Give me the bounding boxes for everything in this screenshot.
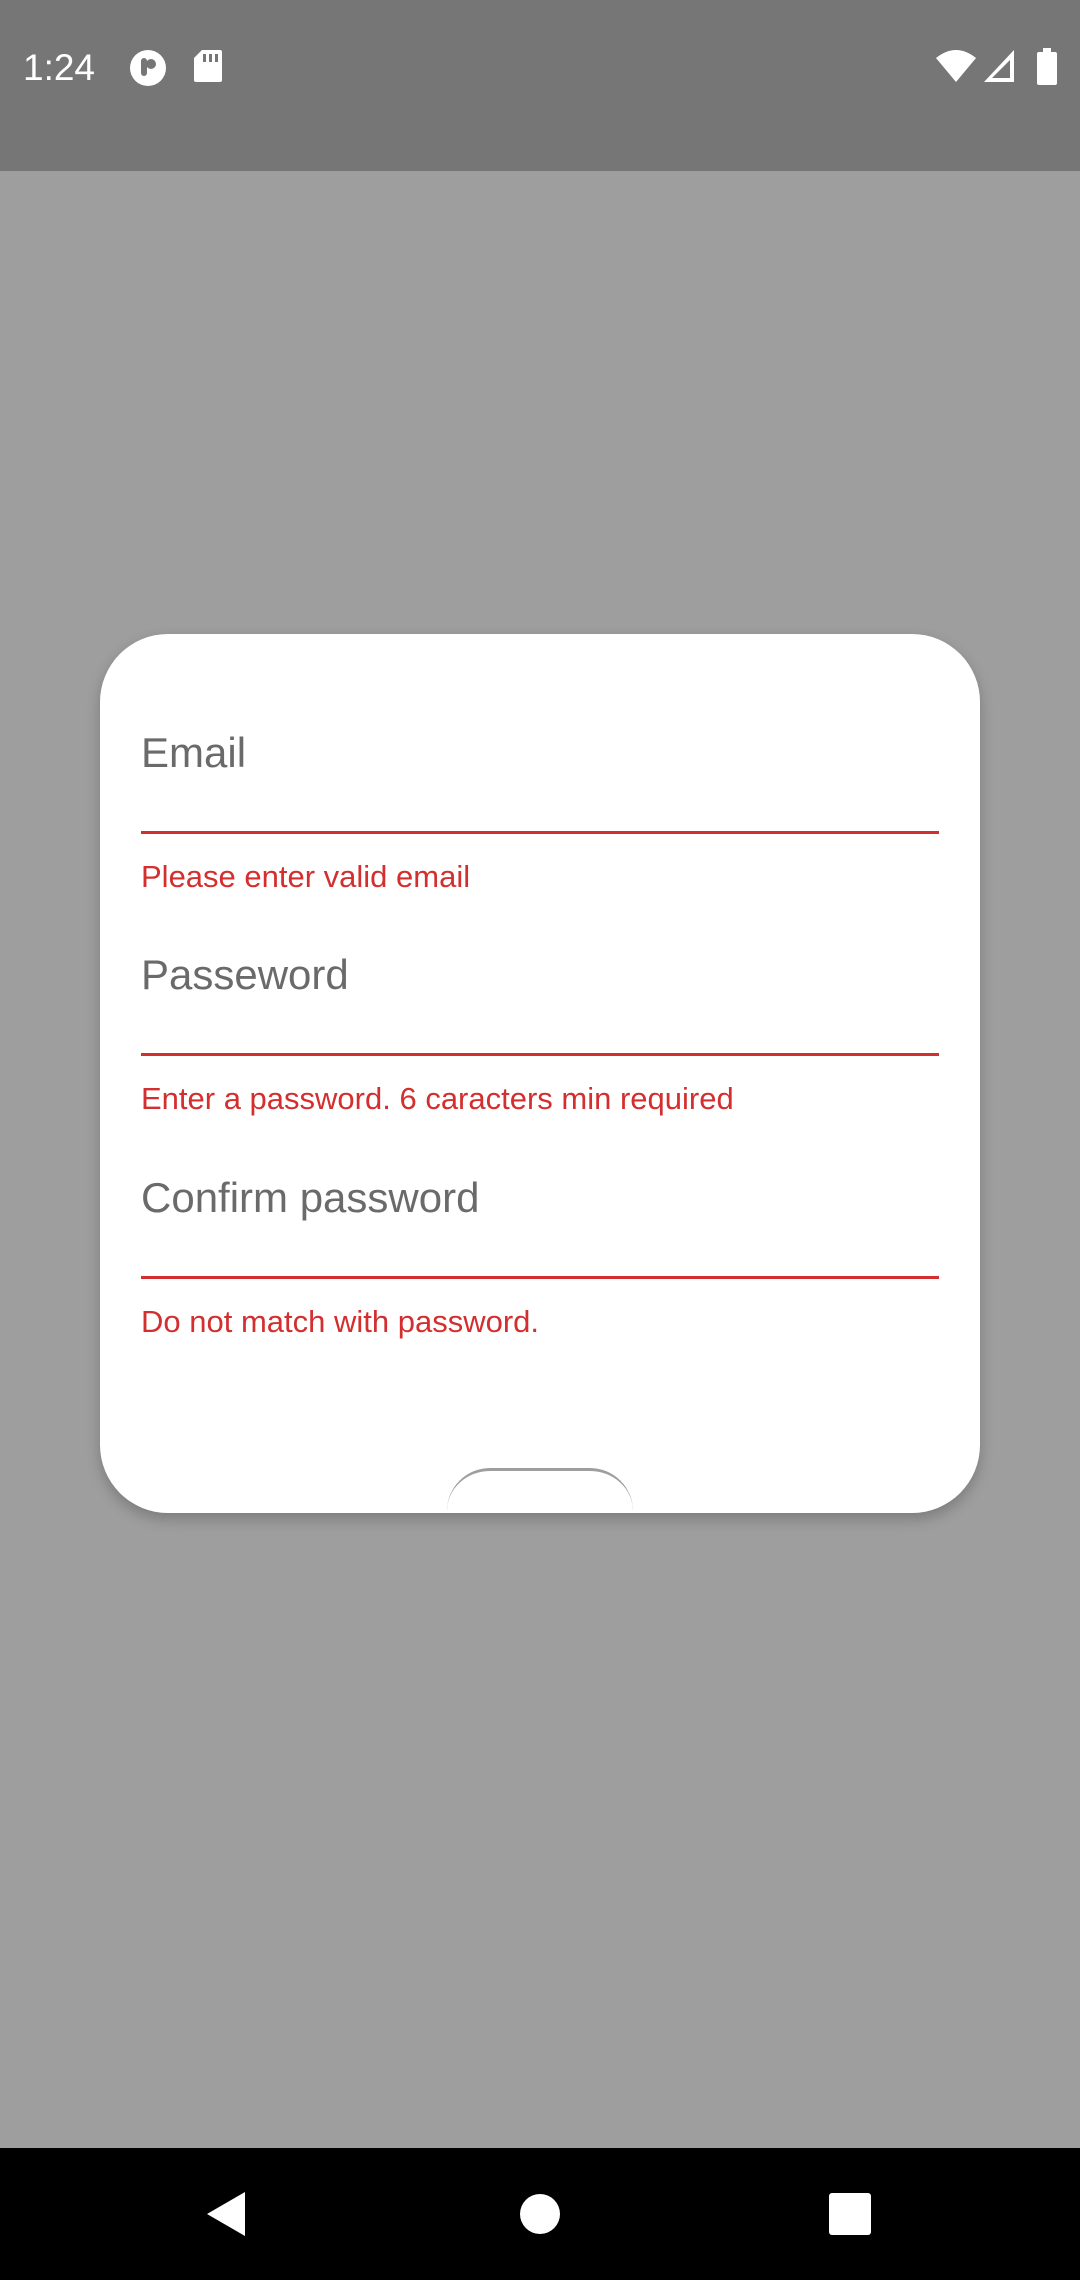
navigation-bar xyxy=(0,2148,1080,2280)
email-error-text: Please enter valid email xyxy=(141,859,471,894)
wifi-icon xyxy=(935,48,977,89)
circle-badge-icon xyxy=(128,48,168,93)
status-bar: 1:24 xyxy=(0,0,1080,171)
confirm-password-error-text: Do not match with password. xyxy=(141,1304,540,1339)
password-field-underline xyxy=(141,1053,939,1056)
signup-dialog: Email Please enter valid email Passeword… xyxy=(100,634,980,1513)
back-icon[interactable] xyxy=(185,2174,265,2254)
confirm-password-field-label: Confirm password xyxy=(141,1174,480,1221)
signal-icon xyxy=(982,48,1016,89)
submit-button[interactable] xyxy=(447,1468,633,1511)
confirm-password-field-underline xyxy=(141,1276,939,1279)
sd-card-icon xyxy=(192,48,224,89)
email-field-underline xyxy=(141,831,939,834)
email-field[interactable] xyxy=(141,727,939,831)
battery-icon xyxy=(1036,48,1058,91)
status-time: 1:24 xyxy=(23,47,96,88)
email-field-label: Email xyxy=(141,729,247,776)
password-field-label: Passeword xyxy=(141,951,349,998)
recents-icon[interactable] xyxy=(810,2174,890,2254)
password-error-text: Enter a password. 6 caracters min requir… xyxy=(141,1081,734,1116)
home-icon[interactable] xyxy=(500,2174,580,2254)
